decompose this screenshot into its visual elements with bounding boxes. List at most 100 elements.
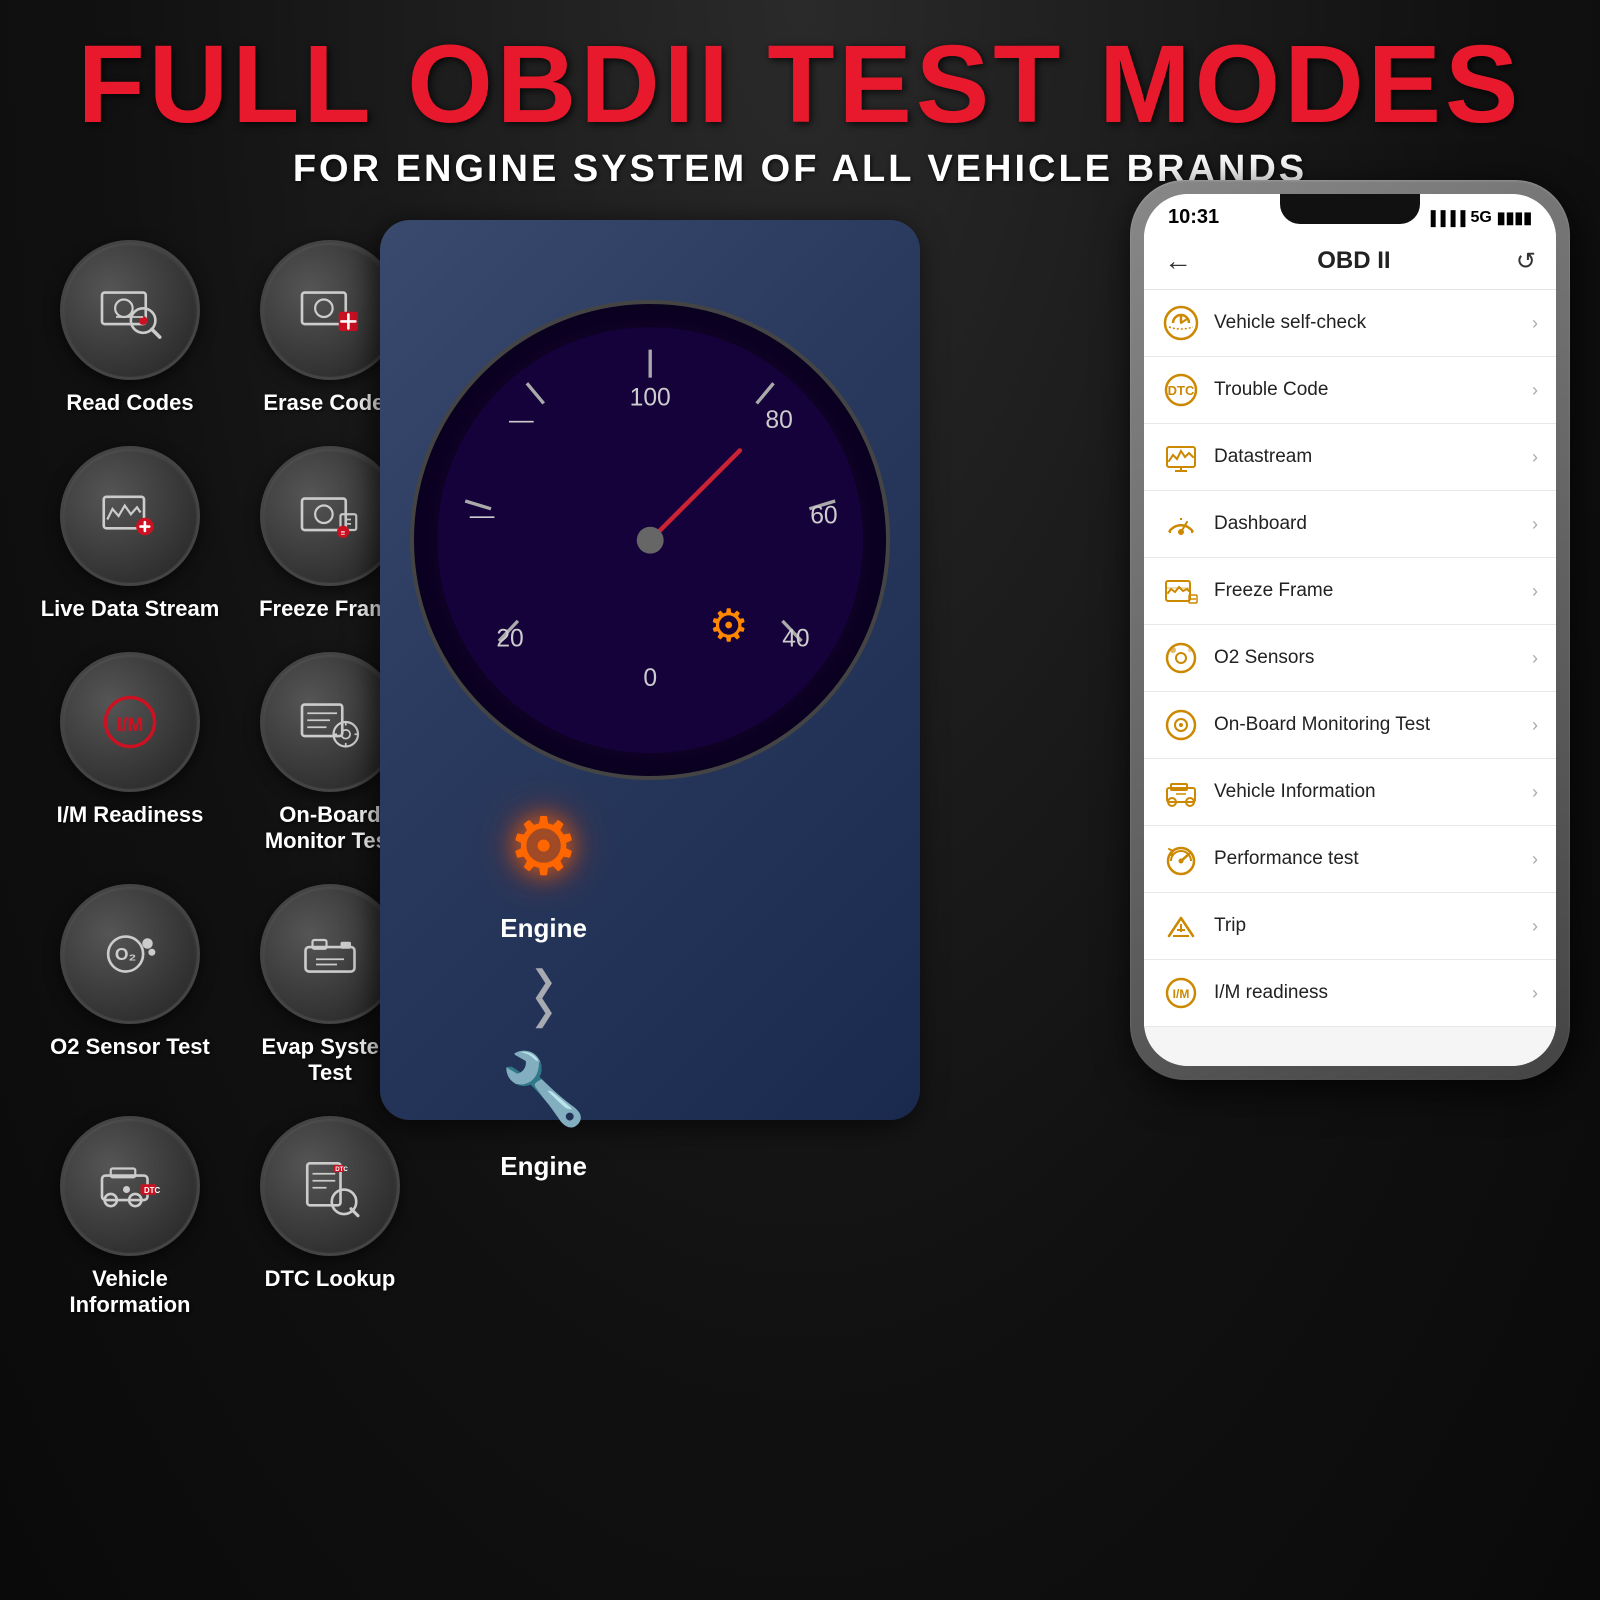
app-title: OBD II [1317,247,1390,275]
im-readiness-icon: I/M [95,687,165,757]
svg-text:⚙: ⚙ [708,600,748,651]
chevron-right-icon: › [1532,514,1538,535]
svg-text:40: 40 [782,625,809,652]
live-data-icon [95,481,165,551]
im-readiness-label: I/M Readiness [57,802,204,828]
im-readiness-menu-icon: I/M [1162,974,1200,1012]
o2-sensor-icon: O₂ [95,919,165,989]
chevron-right-icon: › [1532,849,1538,870]
chevron-right-icon: › [1532,983,1538,1004]
svg-text:O₂: O₂ [115,944,136,964]
dashboard-icon [1162,505,1200,543]
erase-codes-icon [295,275,365,345]
svg-text:20: 20 [496,625,523,652]
list-item: DTC Vehicle Information [40,1116,220,1318]
vehicle-information-icon [1162,773,1200,811]
signal-bars-icon: ▐▐▐▐ [1426,210,1466,226]
svg-text:80: 80 [765,407,792,434]
menu-item-im-readiness[interactable]: I/M I/M readiness › [1144,960,1556,1027]
evap-system-icon-circle [260,884,400,1024]
engine-label-2: Engine [500,1151,587,1182]
chevron-right-icon: › [1532,447,1538,468]
menu-item-label: Freeze Frame [1214,580,1518,602]
im-readiness-icon-circle: I/M [60,652,200,792]
network-type-label: 5G [1470,209,1491,227]
svg-text:—: — [509,407,534,434]
chevron-down-icon: ❯ ❯ [531,964,556,1029]
menu-item-performance-test[interactable]: Performance test › [1144,826,1556,893]
chevron-right-icon: › [1532,715,1538,736]
read-codes-icon [95,275,165,345]
datastream-icon [1162,438,1200,476]
trip-icon [1162,907,1200,945]
menu-item-label: Trip [1214,915,1518,937]
back-button[interactable]: ← [1164,245,1192,277]
battery-icon: ▮▮▮▮ [1497,208,1532,228]
read-codes-icon-circle [60,240,200,380]
status-time: 10:31 [1168,206,1219,229]
app-header: ← OBD II ↺ [1144,235,1556,290]
svg-text:DTC: DTC [335,1166,348,1173]
svg-text:I/M: I/M [117,715,144,736]
freeze-frame-icon: ≡ [295,481,365,551]
page-header: FULL OBDII TEST MODES FOR ENGINE SYSTEM … [0,30,1600,191]
menu-item-onboard-monitoring[interactable]: On-Board Monitoring Test › [1144,692,1556,759]
erase-codes-icon-circle [260,240,400,380]
menu-item-o2-sensors[interactable]: O2 Sensors › [1144,625,1556,692]
engine-warning-icon: ⚙ [508,800,580,893]
o2-sensors-icon [1162,639,1200,677]
chevron-right-icon: › [1532,313,1538,334]
menu-item-vehicle-self-check[interactable]: Vehicle self-check › [1144,290,1556,357]
list-item: I/M I/M Readiness [40,652,220,854]
live-data-icon-circle [60,446,200,586]
vehicle-info-icon-circle: DTC [60,1116,200,1256]
onboard-monitor-icon [295,687,365,757]
menu-item-freeze-frame[interactable]: Freeze Frame › [1144,558,1556,625]
chevron-right-icon: › [1532,782,1538,803]
dtc-lookup-icon-circle: DTC [260,1116,400,1256]
freeze-frame-menu-icon [1162,572,1200,610]
chevron-right-icon: › [1532,380,1538,401]
device-book-case: 100 80 60 40 — — 20 0 ⚙ ⚙ Engine ❯ ❯ [380,220,920,1120]
menu-item-label: I/M readiness [1214,982,1518,1004]
engine-label-1: Engine [500,913,587,944]
dtc-lookup-label: DTC Lookup [265,1266,396,1292]
menu-item-vehicle-information[interactable]: Vehicle Information › [1144,759,1556,826]
chevron-right-icon: › [1532,581,1538,602]
list-item: Live Data Stream [40,446,220,622]
refresh-button[interactable]: ↺ [1516,247,1536,276]
vehicle-self-check-icon [1162,304,1200,342]
evap-system-icon [295,919,365,989]
svg-text:60: 60 [810,502,837,529]
main-title: FULL OBDII TEST MODES [0,30,1600,140]
phone-device: 10:31 ▐▐▐▐ 5G ▮▮▮▮ ← OBD II ↺ [1130,180,1570,1080]
speedometer-svg: 100 80 60 40 — — 20 0 ⚙ [426,316,874,764]
engine-section: ⚙ Engine ❯ ❯ 🔧 Engine [500,800,587,1182]
menu-item-label: Trouble Code [1214,379,1518,401]
list-item: O₂ O2 Sensor Test [40,884,220,1086]
onboard-monitoring-icon [1162,706,1200,744]
menu-item-trouble-code[interactable]: DTC Trouble Code › [1144,357,1556,424]
svg-text:DTC: DTC [1168,383,1195,398]
menu-item-label: Datastream [1214,446,1518,468]
menu-item-label: Performance test [1214,848,1518,870]
svg-text:—: — [470,502,495,529]
features-grid: Read Codes Erase Codes Live Data S [40,240,420,1318]
dtc-lookup-icon: DTC [295,1151,365,1221]
list-item: Read Codes [40,240,220,416]
chevron-right-icon: › [1532,916,1538,937]
o2-sensor-label: O2 Sensor Test [50,1034,210,1060]
svg-text:100: 100 [629,384,670,411]
vehicle-info-icon: DTC [95,1151,165,1221]
menu-item-trip[interactable]: Trip › [1144,893,1556,960]
status-icons: ▐▐▐▐ 5G ▮▮▮▮ [1426,208,1532,228]
o2-sensor-icon-circle: O₂ [60,884,200,1024]
menu-item-label: On-Board Monitoring Test [1214,714,1518,736]
chevron-right-icon: › [1532,648,1538,669]
svg-text:≡: ≡ [341,528,346,537]
menu-item-datastream[interactable]: Datastream › [1144,424,1556,491]
menu-item-label: Vehicle self-check [1214,312,1518,334]
menu-item-dashboard[interactable]: Dashboard › [1144,491,1556,558]
read-codes-label: Read Codes [66,390,193,416]
phone-screen: 10:31 ▐▐▐▐ 5G ▮▮▮▮ ← OBD II ↺ [1144,194,1556,1066]
